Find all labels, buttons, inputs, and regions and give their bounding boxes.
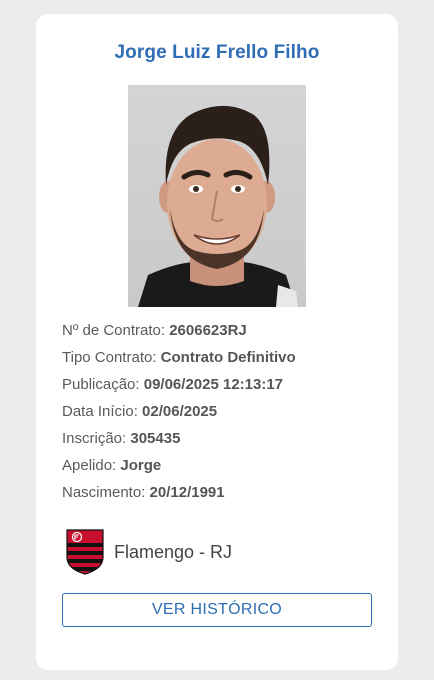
contract-details: Nº de Contrato: 2606623RJ Tipo Contrato:… [62, 320, 382, 509]
player-name: Jorge Luiz Frello Filho [114, 42, 320, 63]
detail-label: Nº de Contrato: [62, 322, 166, 339]
detail-label: Apelido: [62, 457, 117, 474]
detail-value: 02/06/2025 [142, 403, 218, 420]
club-name: Flamengo - RJ [114, 541, 233, 562]
detail-value: 305435 [130, 430, 181, 447]
detail-contract-type: Tipo Contrato: Contrato Definitivo [62, 347, 382, 374]
detail-birth-date: Nascimento: 20/12/1991 [62, 482, 382, 509]
detail-publication: Publicação: 09/06/2025 12:13:17 [62, 374, 382, 401]
detail-start-date: Data Início: 02/06/2025 [62, 401, 382, 428]
player-card: Jorge Luiz Frello Filho Nº de Contrato: … [36, 14, 398, 670]
detail-label: Inscrição: [62, 430, 127, 447]
detail-nickname: Apelido: Jorge [62, 455, 382, 482]
detail-label: Data Início: [62, 403, 138, 420]
detail-registration: Inscrição: 305435 [62, 428, 382, 455]
view-history-button[interactable]: VER HISTÓRICO [62, 593, 372, 627]
detail-contract-number: Nº de Contrato: 2606623RJ [62, 320, 382, 347]
player-photo [128, 85, 306, 307]
flamengo-crest-icon [66, 529, 104, 575]
detail-value: Jorge [120, 457, 162, 474]
detail-label: Publicação: [62, 376, 140, 393]
detail-value: 2606623RJ [169, 322, 247, 339]
detail-value: 09/06/2025 12:13:17 [143, 376, 284, 393]
club-info: Flamengo - RJ [66, 529, 232, 575]
detail-label: Nascimento: [62, 484, 146, 501]
detail-value: 20/12/1991 [149, 484, 225, 501]
detail-label: Tipo Contrato: [62, 349, 157, 366]
detail-value: Contrato Definitivo [160, 349, 296, 366]
